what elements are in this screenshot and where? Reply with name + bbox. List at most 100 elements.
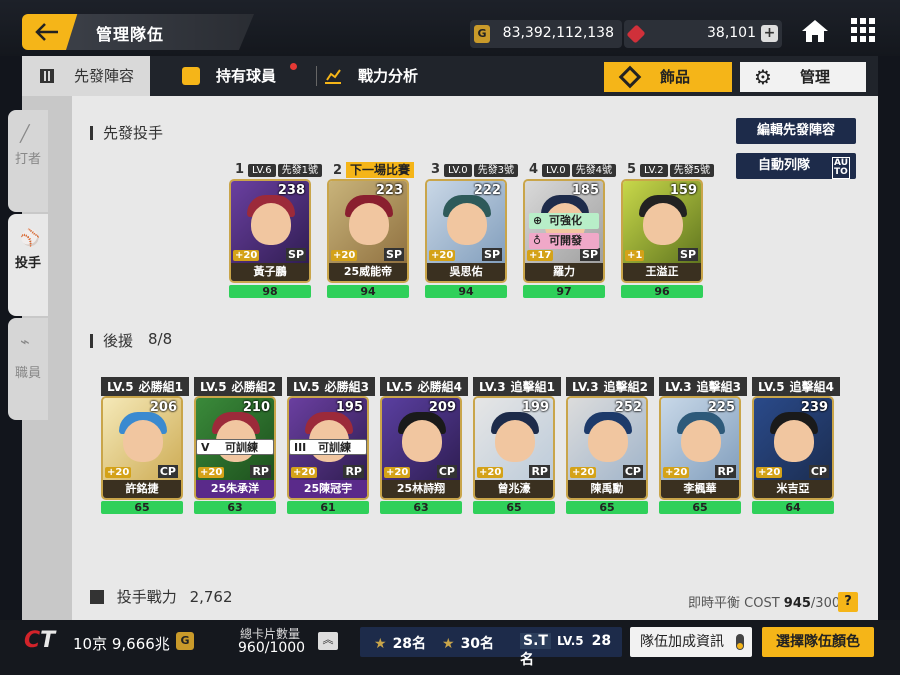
gem-icon — [626, 24, 646, 44]
auto-lineup-label: 自動列隊 — [758, 158, 811, 173]
relief-section-title: 後援 — [90, 330, 133, 351]
player-card[interactable]: 199 +20 RP 曾兆濠 — [473, 396, 555, 500]
player-name: 李楓華 — [661, 480, 739, 498]
card-overall: 199 — [521, 400, 549, 415]
strengthen-tag[interactable]: ⊕ 可強化 — [529, 213, 599, 229]
auto-lineup-button[interactable]: 自動列隊 AU TO — [736, 153, 856, 179]
relief-slot-label: LV.5 必勝組3 — [287, 377, 376, 396]
player-name: 許銘捷 — [103, 480, 181, 498]
slot-level: LV.0 — [542, 164, 570, 177]
balance-max: /300 — [810, 596, 841, 611]
player-card[interactable]: 239 +20 CP 米吉亞 — [752, 396, 834, 500]
rank-st: S.T LV.5 28名 — [520, 633, 622, 669]
player-name: 25林詩翔 — [382, 480, 460, 498]
lineup-icon — [90, 590, 104, 604]
slot-level: LV.5 — [386, 380, 413, 394]
starter-slot-label: 1 LV.6 先發1號 — [235, 161, 322, 177]
card-overall: 206 — [149, 400, 177, 415]
card-position: CP — [436, 465, 457, 478]
card-position: SP — [580, 248, 600, 261]
power-bar: 65 — [473, 501, 555, 514]
card-plus: +20 — [291, 467, 318, 478]
edit-lineup-button[interactable]: 編輯先發陣容 — [736, 118, 856, 144]
team-color-button[interactable]: 選擇隊伍顏色 — [762, 627, 874, 657]
player-name: 吳思佑 — [427, 263, 505, 281]
player-card[interactable]: 222 +20 SP 吳思佑 — [425, 179, 507, 283]
tab-power-analysis[interactable]: 戰力分析 — [316, 56, 418, 96]
card-position: RP — [250, 465, 271, 478]
rank-1: ★ 28名 — [374, 633, 426, 653]
jewel-button[interactable]: 飾品 — [604, 62, 732, 92]
player-card[interactable]: 159 +1 SP 王溢正 — [621, 179, 703, 283]
slot-level: LV.0 — [444, 164, 472, 177]
card-overall: 195 — [335, 400, 363, 415]
balance-current: 945 — [783, 596, 811, 611]
manage-button[interactable]: ⚙ 管理 — [740, 62, 866, 92]
power-bar: 64 — [752, 501, 834, 514]
slot-level: LV.5 — [107, 380, 134, 394]
sidebar-item-staff[interactable]: ⌁ 職員 — [8, 318, 48, 420]
starter-slot-label: 3 LV.0 先發3號 — [431, 161, 518, 177]
balance-label: 即時平衡 COST — [688, 596, 780, 611]
team-bonus-button[interactable]: 隊伍加成資訊 — [630, 627, 752, 657]
train-label: 可訓練 — [225, 441, 258, 454]
player-card[interactable]: 252 +20 CP 陳禹勳 — [566, 396, 648, 500]
power-bar: 65 — [101, 501, 183, 514]
balance-cost: 即時平衡 COST 945/300 — [688, 592, 840, 611]
player-name: 米吉亞 — [754, 480, 832, 498]
page-title: 管理隊伍 — [96, 25, 165, 44]
tab-lineup-label: 先發陣容 — [74, 67, 135, 85]
whistle-icon: ⌁ — [20, 332, 30, 351]
power-bar: 65 — [566, 501, 648, 514]
sidebar-item-batter[interactable]: ╱ 打者 — [8, 110, 48, 212]
player-face — [447, 203, 487, 245]
toggle-icon — [736, 634, 744, 650]
player-name: 陳禹勳 — [568, 480, 646, 498]
gold-coin-icon: G — [474, 25, 490, 43]
train-level-roman: III — [294, 441, 307, 454]
relief-slot-label: LV.3 追擊組1 — [473, 377, 562, 396]
tab-owned-players[interactable]: 持有球員 — [182, 56, 297, 96]
st-label: S.T — [520, 633, 551, 649]
rank-1-value: 28名 — [392, 636, 427, 652]
slot-role: 必勝組3 — [324, 380, 370, 394]
train-tag[interactable]: III 可訓練 — [289, 439, 367, 455]
player-card[interactable]: 185 +17 SP 羅力 — [523, 179, 605, 283]
slot-level: LV.6 — [248, 164, 276, 177]
player-card[interactable]: 225 +20 RP 李楓華 — [659, 396, 741, 500]
expand-cards-button[interactable]: ︽ — [318, 632, 338, 650]
card-count-value: 960/1000 — [238, 640, 306, 656]
help-button[interactable]: ? — [838, 592, 858, 612]
menu-grid-icon[interactable] — [850, 17, 876, 43]
sidebar-item-pitcher[interactable]: ⚾ 投手 — [8, 214, 48, 316]
team-value: 10京 9,666兆 — [73, 635, 170, 653]
slot-role: 追擊組2 — [603, 380, 649, 394]
card-position: CP — [622, 465, 643, 478]
slot-number: 2 — [333, 163, 343, 178]
card-overall: 210 — [242, 400, 270, 415]
sidebar-batter-label: 打者 — [14, 152, 41, 167]
power-bar: 97 — [523, 285, 605, 298]
card-plus: +20 — [233, 250, 260, 261]
st-level: LV.5 — [556, 634, 584, 648]
pitcher-power-value: 2,762 — [189, 588, 233, 606]
add-gem-button[interactable]: + — [761, 25, 778, 42]
slot-level: LV.2 — [640, 164, 668, 177]
player-card[interactable]: 238 +20 SP 黃子鵬 — [229, 179, 311, 283]
card-position: CP — [808, 465, 829, 478]
player-card[interactable]: 209 +20 CP 25林詩翔 — [380, 396, 462, 500]
player-card[interactable]: 223 +20 SP 25威能帝 — [327, 179, 409, 283]
pitcher-power-label: 投手戰力 — [116, 588, 177, 606]
player-card[interactable]: 206 +20 CP 許銘捷 — [101, 396, 183, 500]
tab-lineup[interactable]: 先發陣容 — [22, 56, 150, 96]
slot-role: 必勝組4 — [417, 380, 463, 394]
train-tag[interactable]: V 可訓練 — [196, 439, 274, 455]
slot-level: LV.5 — [200, 380, 227, 394]
develop-tag[interactable]: ♁ 可開發 — [529, 233, 599, 249]
card-plus: +20 — [570, 467, 597, 478]
slot-role: 必勝組1 — [138, 380, 184, 394]
relief-slot-label: LV.5 必勝組2 — [194, 377, 283, 396]
home-icon[interactable] — [800, 18, 830, 44]
relief-slot-label: LV.5 必勝組4 — [380, 377, 469, 396]
player-face — [681, 420, 721, 462]
